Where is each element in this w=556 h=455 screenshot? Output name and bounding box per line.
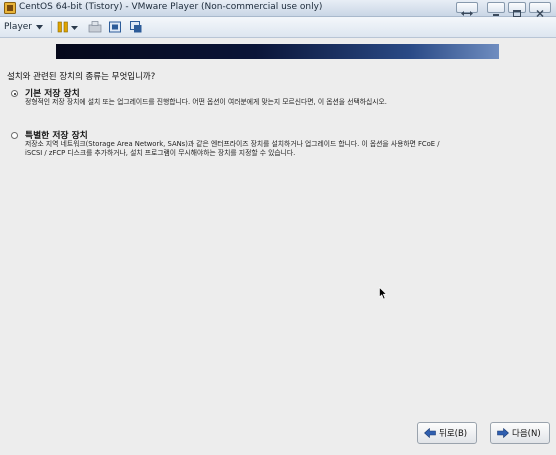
player-menu[interactable]: Player: [4, 20, 44, 34]
arrow-right-icon: [497, 428, 509, 438]
close-button[interactable]: [529, 2, 551, 18]
maximize-button[interactable]: [508, 2, 526, 17]
radio-specialized-storage[interactable]: [11, 132, 18, 139]
option-specialized-storage[interactable]: 특별한 저장 장치 저장소 지역 네트워크(Storage Area Netwo…: [11, 128, 441, 158]
restore-window-button[interactable]: [456, 2, 478, 16]
installer-screen: 설치와 관련된 장치의 종류는 무엇입니까? 기본 저장 장치 정형적인 저장 …: [0, 38, 556, 455]
send-ctrl-alt-del-icon[interactable]: [88, 20, 102, 34]
arrow-left-icon: [424, 428, 436, 438]
pause-dropdown-icon[interactable]: [70, 20, 79, 34]
window-title: CentOS 64-bit (Tistory) - VMware Player …: [19, 2, 323, 12]
option-specialized-storage-description: 저장소 지역 네트워크(Storage Area Network, SANs)과…: [25, 140, 440, 157]
toolbar: Player: [0, 17, 556, 38]
unity-icon[interactable]: [129, 20, 143, 34]
storage-question: 설치와 관련된 장치의 종류는 무엇입니까?: [7, 72, 156, 82]
fullscreen-icon[interactable]: [108, 20, 122, 34]
option-basic-storage-description: 정형적인 저장 장치에 설치 또는 업그레이드를 진행합니다. 어떤 옵션이 여…: [25, 98, 387, 106]
radio-basic-storage[interactable]: [11, 90, 18, 97]
window-title-bar[interactable]: CentOS 64-bit (Tistory) - VMware Player …: [0, 0, 556, 18]
minimize-button[interactable]: [487, 2, 505, 16]
vmware-app-icon: [4, 2, 16, 14]
player-menu-label: Player: [4, 22, 33, 32]
option-basic-storage[interactable]: 기본 저장 장치 정형적인 저장 장치에 설치 또는 업그레이드를 진행합니다.…: [11, 86, 441, 116]
next-button[interactable]: 다음(N): [490, 422, 550, 444]
mouse-cursor-icon: [379, 287, 387, 300]
back-button-label: 뒤로(B): [439, 429, 468, 439]
toolbar-separator: [51, 21, 52, 33]
installer-banner: [56, 44, 499, 59]
back-button[interactable]: 뒤로(B): [417, 422, 477, 444]
pause-icon[interactable]: [56, 20, 70, 34]
next-button-label: 다음(N): [512, 429, 541, 439]
chevron-down-icon: [36, 24, 44, 29]
